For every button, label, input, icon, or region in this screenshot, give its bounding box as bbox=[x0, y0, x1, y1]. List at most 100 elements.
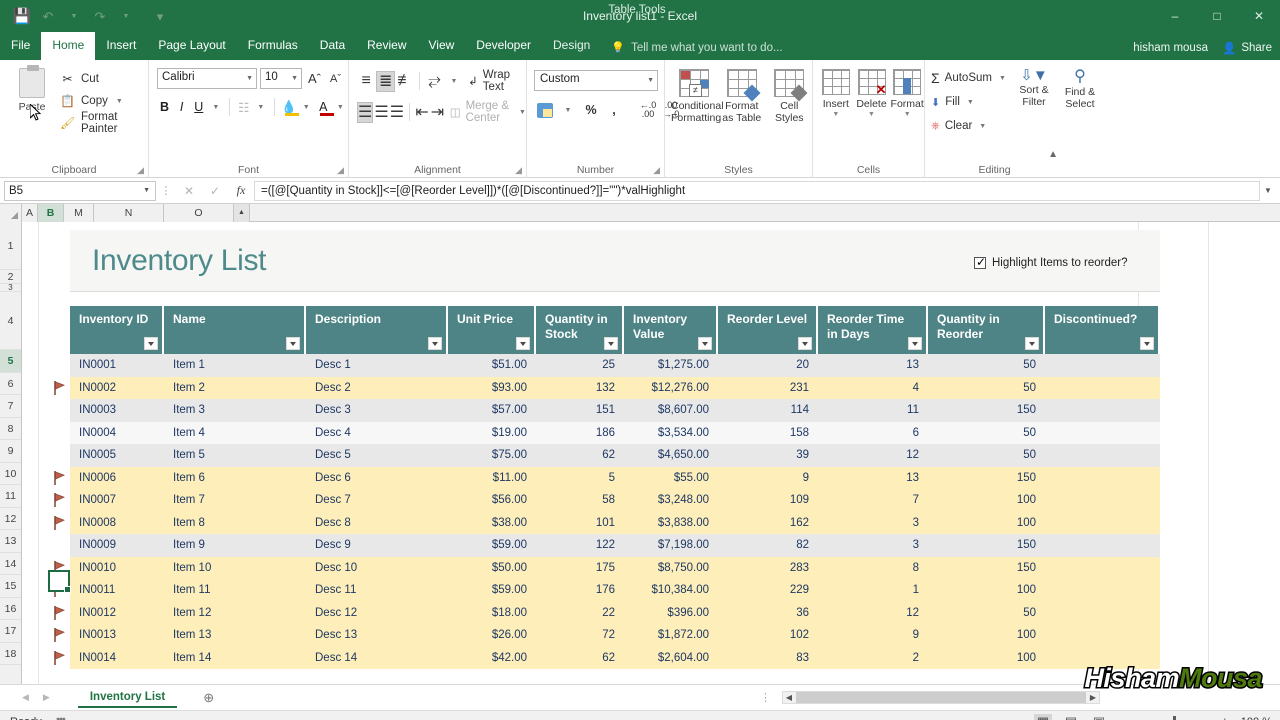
cell-qty_reorder[interactable]: 100 bbox=[928, 647, 1045, 670]
cell-name[interactable]: Item 12 bbox=[164, 602, 306, 625]
col-header-N[interactable]: N bbox=[94, 204, 164, 222]
cell-discontinued[interactable] bbox=[1045, 422, 1158, 445]
cell-qty_reorder[interactable]: 100 bbox=[928, 512, 1045, 535]
restore-icon[interactable]: □ bbox=[1196, 0, 1238, 32]
cell-reorder_level[interactable]: 229 bbox=[718, 579, 818, 602]
cell-discontinued[interactable] bbox=[1045, 602, 1158, 625]
align-bottom-icon[interactable]: ≢ bbox=[396, 71, 414, 92]
scroll-right-icon[interactable]: ▶ bbox=[1087, 693, 1099, 702]
collapse-ribbon-icon[interactable]: ▲ bbox=[1048, 149, 1058, 160]
delete-dropdown-icon[interactable]: ▼ bbox=[855, 111, 889, 118]
cell-qty[interactable]: 62 bbox=[536, 444, 624, 467]
col-header-M[interactable]: M bbox=[64, 204, 94, 222]
minimize-icon[interactable]: – bbox=[1154, 0, 1196, 32]
cell-reorder_days[interactable]: 7 bbox=[818, 489, 928, 512]
fill-dropdown-icon[interactable]: ▼ bbox=[967, 99, 974, 106]
format-as-table-button[interactable]: Format as Table bbox=[719, 69, 765, 124]
cell-reorder_level[interactable]: 231 bbox=[718, 377, 818, 400]
cell-discontinued[interactable] bbox=[1045, 489, 1158, 512]
cell-id[interactable]: IN0011 bbox=[70, 579, 164, 602]
filter-icon-reorder-time[interactable] bbox=[908, 337, 922, 350]
insert-cells-button[interactable]: Insert ▼ bbox=[819, 69, 853, 118]
table-row[interactable]: IN0008 Item 8 Desc 8 $38.00 101 $3,838.00 162 3… bbox=[70, 511, 1160, 535]
cell-value[interactable]: $3,534.00 bbox=[624, 422, 718, 445]
cell-reorder_days[interactable]: 13 bbox=[818, 354, 928, 377]
accessibility-icon[interactable]: ▦ bbox=[56, 715, 66, 720]
cell-price[interactable]: $19.00 bbox=[448, 422, 536, 445]
filter-icon-description[interactable] bbox=[428, 337, 442, 350]
cell-qty[interactable]: 62 bbox=[536, 647, 624, 670]
conditional-formatting-button[interactable]: ≠ Conditional Formatting bbox=[671, 69, 724, 124]
close-icon[interactable]: ✕ bbox=[1238, 0, 1280, 32]
row-header-4[interactable]: 4 bbox=[0, 292, 21, 350]
cell-discontinued[interactable] bbox=[1045, 399, 1158, 422]
row-header-1[interactable]: 1 bbox=[0, 222, 21, 270]
increase-decimal-icon[interactable]: ←.0.00 bbox=[638, 99, 658, 121]
table-row[interactable]: IN0002 Item 2 Desc 2 $93.00 132 $12,276.00 231… bbox=[70, 376, 1160, 400]
cell-desc[interactable]: Desc 1 bbox=[306, 354, 448, 377]
table-row[interactable]: IN0014 Item 14 Desc 14 $42.00 62 $2,604.00 83 2… bbox=[70, 646, 1160, 670]
undo-icon[interactable]: ↶ bbox=[36, 5, 60, 27]
tab-home[interactable]: Home bbox=[41, 32, 96, 60]
cell-qty[interactable]: 175 bbox=[536, 557, 624, 580]
cell-styles-button[interactable]: Cell Styles bbox=[767, 69, 813, 124]
cell-qty_reorder[interactable]: 150 bbox=[928, 467, 1045, 490]
table-row[interactable]: IN0005 Item 5 Desc 5 $75.00 62 $4,650.00 39 12 5… bbox=[70, 444, 1160, 467]
cell-reorder_level[interactable]: 114 bbox=[718, 399, 818, 422]
add-sheet-icon[interactable]: ⊕ bbox=[203, 690, 214, 706]
sort-filter-button[interactable]: ⇩▼ Sort & Filter bbox=[1013, 66, 1055, 110]
cell-qty_reorder[interactable]: 100 bbox=[928, 579, 1045, 602]
cell-reorder_level[interactable]: 109 bbox=[718, 489, 818, 512]
th-discontinued[interactable]: Discontinued? bbox=[1045, 306, 1158, 354]
highlight-reorder-checkbox[interactable]: Highlight Items to reorder? bbox=[974, 255, 1128, 269]
cell-name[interactable]: Item 3 bbox=[164, 399, 306, 422]
filter-icon-quantity-in-stock[interactable] bbox=[604, 337, 618, 350]
scroll-up-icon[interactable]: ▲ bbox=[234, 204, 250, 222]
borders-icon[interactable]: ☷ bbox=[236, 96, 251, 118]
cell-name[interactable]: Item 8 bbox=[164, 512, 306, 535]
page-layout-view-icon[interactable]: ▤ bbox=[1062, 714, 1080, 720]
wrap-text-button[interactable]: ↲ Wrap Text bbox=[468, 69, 526, 93]
cell-name[interactable]: Item 10 bbox=[164, 557, 306, 580]
autosum-dropdown-icon[interactable]: ▼ bbox=[999, 75, 1006, 82]
cell-discontinued[interactable] bbox=[1045, 557, 1158, 580]
cell-desc[interactable]: Desc 7 bbox=[306, 489, 448, 512]
cell-qty_reorder[interactable]: 150 bbox=[928, 557, 1045, 580]
fill-color-dropdown-icon[interactable]: ▼ bbox=[299, 96, 314, 118]
align-top-icon[interactable]: ≡ bbox=[357, 71, 375, 92]
cell-qty[interactable]: 176 bbox=[536, 579, 624, 602]
cell-value[interactable]: $8,607.00 bbox=[624, 399, 718, 422]
format-dropdown-icon[interactable]: ▼ bbox=[890, 111, 924, 118]
cell-id[interactable]: IN0003 bbox=[70, 399, 164, 422]
cell-id[interactable]: IN0009 bbox=[70, 534, 164, 557]
th-quantity-in-reorder[interactable]: Quantity in Reorder bbox=[928, 306, 1045, 354]
redo-dropdown-icon[interactable]: ▼ bbox=[114, 5, 138, 27]
comma-style-icon[interactable]: , bbox=[604, 99, 624, 121]
cell-desc[interactable]: Desc 5 bbox=[306, 444, 448, 467]
orientation-dropdown-icon[interactable]: ▼ bbox=[445, 71, 463, 92]
confirm-edit-icon[interactable]: ✓ bbox=[202, 184, 228, 198]
number-dialog-launcher-icon[interactable]: ◢ bbox=[653, 165, 660, 176]
cell-desc[interactable]: Desc 11 bbox=[306, 579, 448, 602]
cell-value[interactable]: $55.00 bbox=[624, 467, 718, 490]
decrease-font-size-icon[interactable]: Aˇ bbox=[327, 73, 344, 85]
copy-dropdown-icon[interactable]: ▼ bbox=[116, 98, 123, 105]
fill-button[interactable]: ⬇ Fill ▼ bbox=[931, 90, 1006, 114]
row-header-17[interactable]: 17 bbox=[0, 620, 21, 643]
sheet-tab-inventory-list[interactable]: Inventory List bbox=[77, 687, 178, 708]
row-header-14[interactable]: 14 bbox=[0, 552, 21, 575]
number-format-select[interactable]: Custom ▼ bbox=[534, 70, 658, 91]
underline-dropdown-icon[interactable]: ▼ bbox=[208, 96, 223, 118]
cell-reorder_level[interactable]: 39 bbox=[718, 444, 818, 467]
cell-id[interactable]: IN0008 bbox=[70, 512, 164, 535]
th-name[interactable]: Name bbox=[164, 306, 306, 354]
table-row[interactable]: IN0011 Item 11 Desc 11 $59.00 176 $10,384.00 2… bbox=[70, 579, 1160, 602]
cell-discontinued[interactable] bbox=[1045, 624, 1158, 647]
font-dialog-launcher-icon[interactable]: ◢ bbox=[337, 165, 344, 176]
scroll-left-icon[interactable]: ◀ bbox=[783, 693, 795, 702]
increase-indent-icon[interactable]: ⇥ bbox=[430, 102, 444, 123]
cell-qty_reorder[interactable]: 50 bbox=[928, 444, 1045, 467]
row-header-11[interactable]: 11 bbox=[0, 485, 21, 508]
accounting-format-button[interactable] bbox=[535, 99, 555, 121]
th-description[interactable]: Description bbox=[306, 306, 448, 354]
